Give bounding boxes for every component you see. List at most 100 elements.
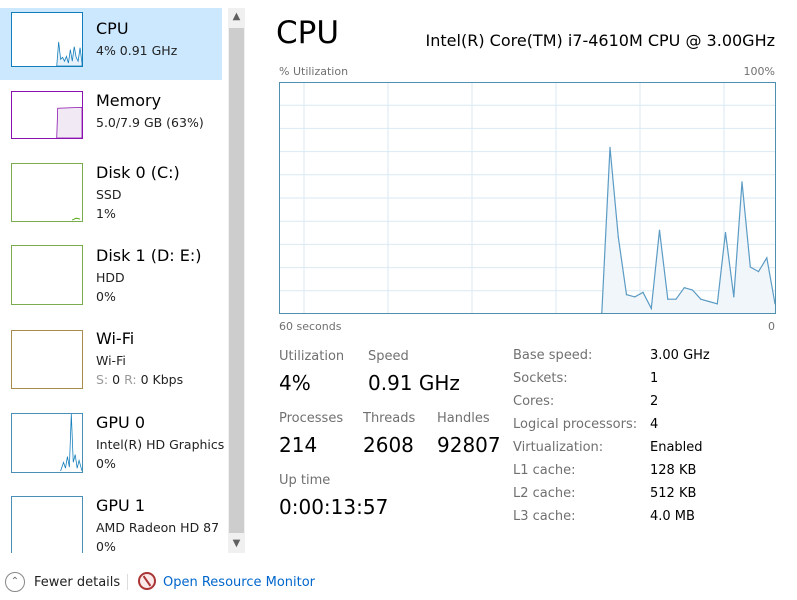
spec-value: Enabled [650,440,703,455]
utilization-point [667,298,669,300]
sidebar-item-disk1[interactable]: Disk 1 (D: E:) HDD 0% [0,242,222,314]
threads-value: 2608 [363,433,414,457]
utilization-point [683,287,685,289]
scroll-down-arrow-icon[interactable]: ▼ [228,535,245,553]
speed-label: Speed [368,349,409,364]
sidebar-subtitle: Intel(R) HD Graphics [96,437,225,452]
utilization-point [708,300,710,303]
sidebar-title: Memory [96,91,162,110]
sidebar-title: GPU 1 [96,496,146,515]
speed-value: 0.91 GHz [368,371,460,395]
utilization-point [724,231,727,234]
memory-thumbnail-graph [11,91,83,139]
sidebar-subtitle: 4% 0.91 GHz [96,43,178,58]
sidebar-subtitle: HDD [96,270,125,285]
utilization-area [601,147,775,313]
spec-label: Base speed: [513,348,593,363]
sidebar-value: 0% [96,289,116,304]
sidebar-title: Wi-Fi [96,329,135,348]
sidebar-value: 0% [96,539,116,553]
spec-value: 128 KB [650,463,697,478]
gpu1-thumbnail-graph [11,496,83,553]
chevron-up-icon[interactable]: ⌃ [5,572,25,592]
spec-value: 1 [650,371,659,386]
utilization-label: Utilization [279,349,345,364]
sidebar-item-gpu0[interactable]: GPU 0 Intel(R) HD Graphics 0% [0,409,224,481]
sidebar-subtitle: 5.0/7.9 GB (63%) [96,115,204,130]
open-resource-monitor-link[interactable]: Open Resource Monitor [163,575,315,590]
fewer-details-button[interactable]: Fewer details [34,575,120,590]
sidebar-title: Disk 1 (D: E:) [96,246,202,265]
y-axis-label: % Utilization [279,65,349,78]
sidebar-title: GPU 0 [96,413,146,432]
x-axis-right-label: 0 [768,320,775,333]
utilization-point [716,303,718,305]
footer-divider [127,574,128,590]
gpu0-thumbnail-graph [11,413,83,473]
utilization-point [733,296,735,298]
scrollbar-thumb[interactable] [229,28,244,533]
sidebar-item-wifi[interactable]: Wi-Fi Wi-Fi S: 0 R: 0 Kbps [0,326,222,398]
spec-label: Logical processors: [513,417,638,432]
spec-label: Virtualization: [513,440,604,455]
sidebar-value: 0% [96,456,116,471]
uptime-label: Up time [279,473,331,488]
disk1-thumbnail-graph [11,245,83,305]
sidebar-value: S: 0 R: 0 Kbps [96,372,226,387]
uptime-value: 0:00:13:57 [279,495,389,519]
scroll-up-arrow-icon[interactable]: ▲ [228,8,245,26]
utilization-point [609,146,611,148]
disk0-thumbnail-graph [11,163,83,222]
sidebar-item-disk0[interactable]: Disk 0 (C:) SSD 1% [0,160,222,232]
handles-value: 92807 [437,433,501,457]
utilization-point [749,266,751,268]
handles-label: Handles [437,411,490,426]
spec-value: 2 [650,394,659,409]
utilization-point [675,298,677,300]
spec-label: Sockets: [513,371,568,386]
sidebar-item-gpu1[interactable]: GPU 1 AMD Radeon HD 87 0% [0,492,222,553]
threads-label: Threads [363,411,416,426]
processes-value: 214 [279,433,318,457]
spec-value: 4.0 MB [650,509,695,524]
send-value: 0 [112,372,121,387]
page-title: CPU [276,15,340,51]
receive-value: 0 Kbps [140,372,184,387]
cpu-model: Intel(R) Core(TM) i7-4610M CPU @ 3.00GHz [425,31,775,50]
sidebar-subtitle: AMD Radeon HD 87 [96,520,220,535]
sidebar-subtitle: Wi-Fi [96,353,126,368]
sidebar-title: Disk 0 (C:) [96,163,180,182]
wifi-thumbnail-graph [11,330,83,389]
utilization-point [757,271,760,273]
utilization-point [766,257,768,259]
spec-value: 4 [650,417,659,432]
spec-label: Cores: [513,394,555,409]
utilization-point [741,181,743,183]
spec-value: 3.00 GHz [650,348,710,363]
utilization-point [625,294,628,296]
sidebar-scrollbar[interactable]: ▲ ▼ [228,8,245,553]
sidebar-item-memory[interactable]: Memory 5.0/7.9 GB (63%) [0,82,222,154]
y-max-label: 100% [743,65,775,78]
sidebar-value: 1% [96,206,116,221]
utilization-point [650,307,652,309]
utilization-value: 4% [279,371,311,395]
utilization-point [617,236,619,238]
sidebar-item-cpu[interactable]: CPU 4% 0.91 GHz [0,8,222,80]
spec-label: L1 cache: [513,463,576,478]
utilization-point [634,296,636,298]
receive-label: R: [124,372,137,387]
resource-monitor-icon[interactable] [138,572,156,590]
sidebar-title: CPU [96,19,129,38]
utilization-point [658,229,661,231]
cpu-utilization-graph [279,82,776,314]
sidebar-subtitle: SSD [96,187,122,202]
processes-label: Processes [279,411,344,426]
spec-label: L3 cache: [513,509,576,524]
x-axis-left-label: 60 seconds [279,320,342,333]
send-label: S: [96,372,109,387]
spec-value: 512 KB [650,486,697,501]
spec-label: L2 cache: [513,486,576,501]
cpu-thumbnail-graph [11,12,83,67]
utilization-point [700,298,702,300]
